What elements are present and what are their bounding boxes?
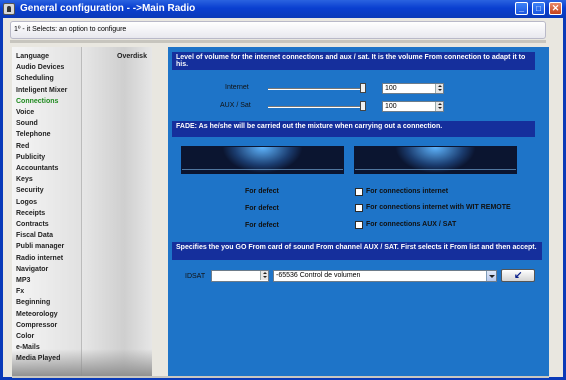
title-bar: General configuration - ->Main Radio _ □…: [0, 0, 566, 18]
defect-label-3: For defect: [245, 222, 279, 229]
aux-slider-thumb[interactable]: [360, 101, 366, 111]
sidebar-item-logos[interactable]: Logos: [16, 199, 37, 206]
checkmark-arrow-icon: ↙: [514, 270, 523, 281]
sidebar-item-e-mails[interactable]: e-Mails: [16, 344, 40, 351]
sidebar: Overdisk Language Audio Devices Scheduling…: [12, 47, 152, 377]
internet-volume-value: 100: [385, 85, 397, 92]
aux-label: AUX / Sat: [220, 102, 251, 109]
sidebar-item-connections[interactable]: Connections: [16, 98, 58, 105]
checkbox-internet-label[interactable]: For connections internet: [366, 188, 448, 195]
sidebar-item-scheduling[interactable]: Scheduling: [16, 75, 54, 82]
sidebar-item-compressor[interactable]: Compressor: [16, 322, 57, 329]
accept-button[interactable]: ↙: [501, 269, 535, 282]
sidebar-item-telephone[interactable]: Telephone: [16, 131, 50, 138]
sidebar-column-2: [81, 47, 152, 377]
sidebar-item-voice[interactable]: Voice: [16, 109, 34, 116]
close-button[interactable]: ✕: [549, 2, 562, 15]
defect-label-2: For defect: [245, 205, 279, 212]
aux-volume-input[interactable]: 100: [382, 101, 444, 112]
window-title: General configuration - ->Main Radio: [20, 3, 196, 14]
hint-bar: 1º - it Selects: an option to configure: [10, 21, 546, 39]
aux-volume-value: 100: [385, 103, 397, 110]
minimize-button[interactable]: _: [515, 2, 528, 15]
sidebar-item-language[interactable]: Language: [16, 53, 49, 60]
hint-divider: [10, 40, 546, 43]
volume-banner: Level of volume for the internet connect…: [172, 52, 535, 70]
sidebar-item-accountants[interactable]: Accountants: [16, 165, 58, 172]
internet-slider-thumb[interactable]: [360, 83, 366, 93]
internet-slider-track[interactable]: [268, 88, 366, 90]
sidebar-item-navigator[interactable]: Navigator: [16, 266, 48, 273]
checkbox-wit-remote[interactable]: [355, 204, 363, 212]
sound-device-select[interactable]: -65536 Control de volumen: [273, 270, 497, 282]
sidebar-item-sound[interactable]: Sound: [16, 120, 38, 127]
overdisk-label[interactable]: Overdisk: [117, 53, 147, 60]
sidebar-item-contracts[interactable]: Contracts: [16, 221, 49, 228]
sidebar-item-media-played[interactable]: Media Played: [16, 355, 60, 362]
main-panel: Level of volume for the internet connect…: [168, 47, 549, 377]
sidebar-item-color[interactable]: Color: [16, 333, 34, 340]
fade-visual-right[interactable]: [354, 146, 517, 174]
internet-label: Internet: [225, 84, 249, 91]
idsat-label: IDSAT: [185, 273, 206, 280]
sidebar-item-meteorology[interactable]: Meteorology: [16, 311, 58, 318]
idsat-input[interactable]: [211, 270, 269, 282]
internet-volume-input[interactable]: 100: [382, 83, 444, 94]
spin-arrows-icon[interactable]: [260, 271, 268, 280]
sidebar-item-publicity[interactable]: Publicity: [16, 154, 45, 161]
chevron-down-icon[interactable]: [486, 271, 496, 281]
defect-label-1: For defect: [245, 188, 279, 195]
app-icon[interactable]: [3, 3, 15, 15]
sidebar-item-fx[interactable]: Fx: [16, 288, 24, 295]
sidebar-item-publi-manager[interactable]: Publi manager: [16, 243, 64, 250]
bottom-divider: [12, 376, 549, 378]
maximize-button[interactable]: □: [532, 2, 545, 15]
sidebar-item-audio-devices[interactable]: Audio Devices: [16, 64, 64, 71]
sidebar-item-radio-internet[interactable]: Radio internet: [16, 255, 63, 262]
checkbox-aux-sat[interactable]: [355, 221, 363, 229]
sidebar-item-receipts[interactable]: Receipts: [16, 210, 45, 217]
fade-visual-left[interactable]: [181, 146, 344, 174]
spin-arrows-icon[interactable]: [435, 102, 443, 111]
aux-slider-track[interactable]: [268, 106, 366, 108]
sidebar-item-red[interactable]: Red: [16, 143, 29, 150]
checkbox-wit-remote-label[interactable]: For connections internet with WIT REMOTE: [366, 204, 511, 211]
sidebar-item-beginning[interactable]: Beginning: [16, 299, 50, 306]
sidebar-item-fiscal-data[interactable]: Fiscal Data: [16, 232, 53, 239]
sidebar-item-mp3[interactable]: MP3: [16, 277, 30, 284]
sidebar-item-inteligent-mixer[interactable]: Inteligent Mixer: [16, 87, 67, 94]
sidebar-item-security[interactable]: Security: [16, 187, 44, 194]
checkbox-aux-sat-label[interactable]: For connections AUX / SAT: [366, 221, 456, 228]
sidebar-fade: [12, 349, 152, 377]
sound-card-banner: Specifies the you GO From card of sound …: [172, 242, 542, 260]
spin-arrows-icon[interactable]: [435, 84, 443, 93]
checkbox-internet[interactable]: [355, 188, 363, 196]
fade-banner: FADE: As he/she will be carried out the …: [172, 121, 535, 137]
sidebar-item-keys[interactable]: Keys: [16, 176, 33, 183]
sound-device-value: -65536 Control de volumen: [276, 272, 361, 279]
